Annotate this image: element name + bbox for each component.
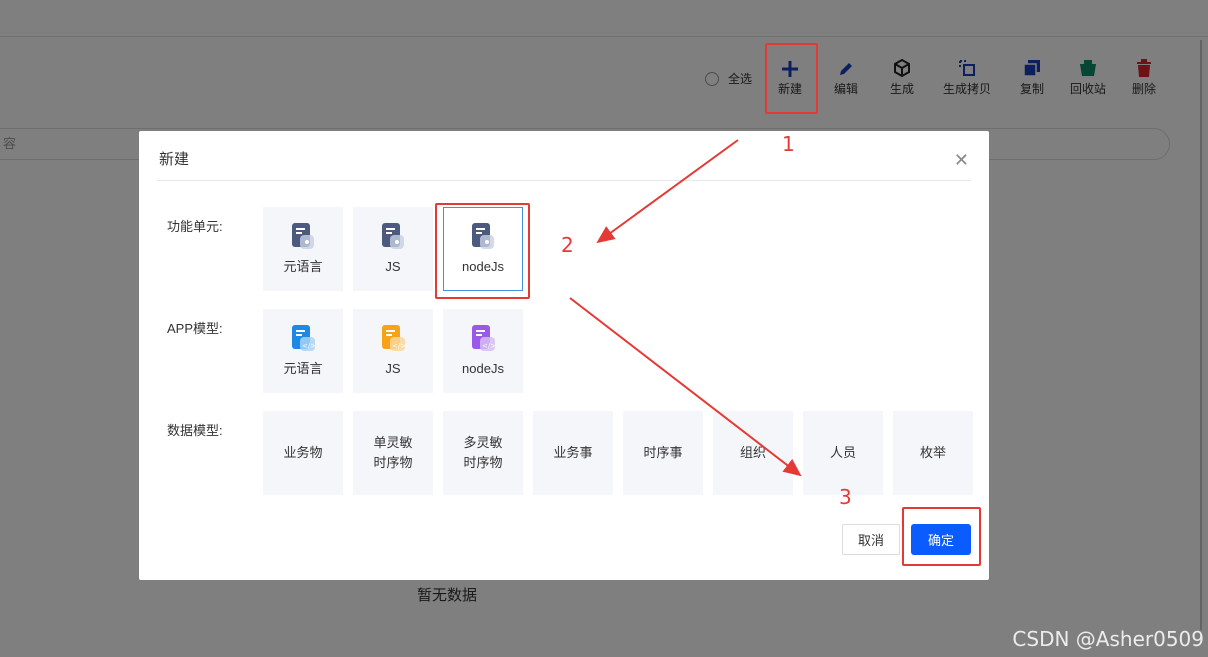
arrow-step-1-to-2 bbox=[596, 139, 739, 244]
annotation-arrows bbox=[569, 139, 802, 477]
watermark: CSDN @Asher0509 bbox=[1012, 627, 1204, 651]
arrow-step-2-to-3 bbox=[569, 297, 802, 477]
